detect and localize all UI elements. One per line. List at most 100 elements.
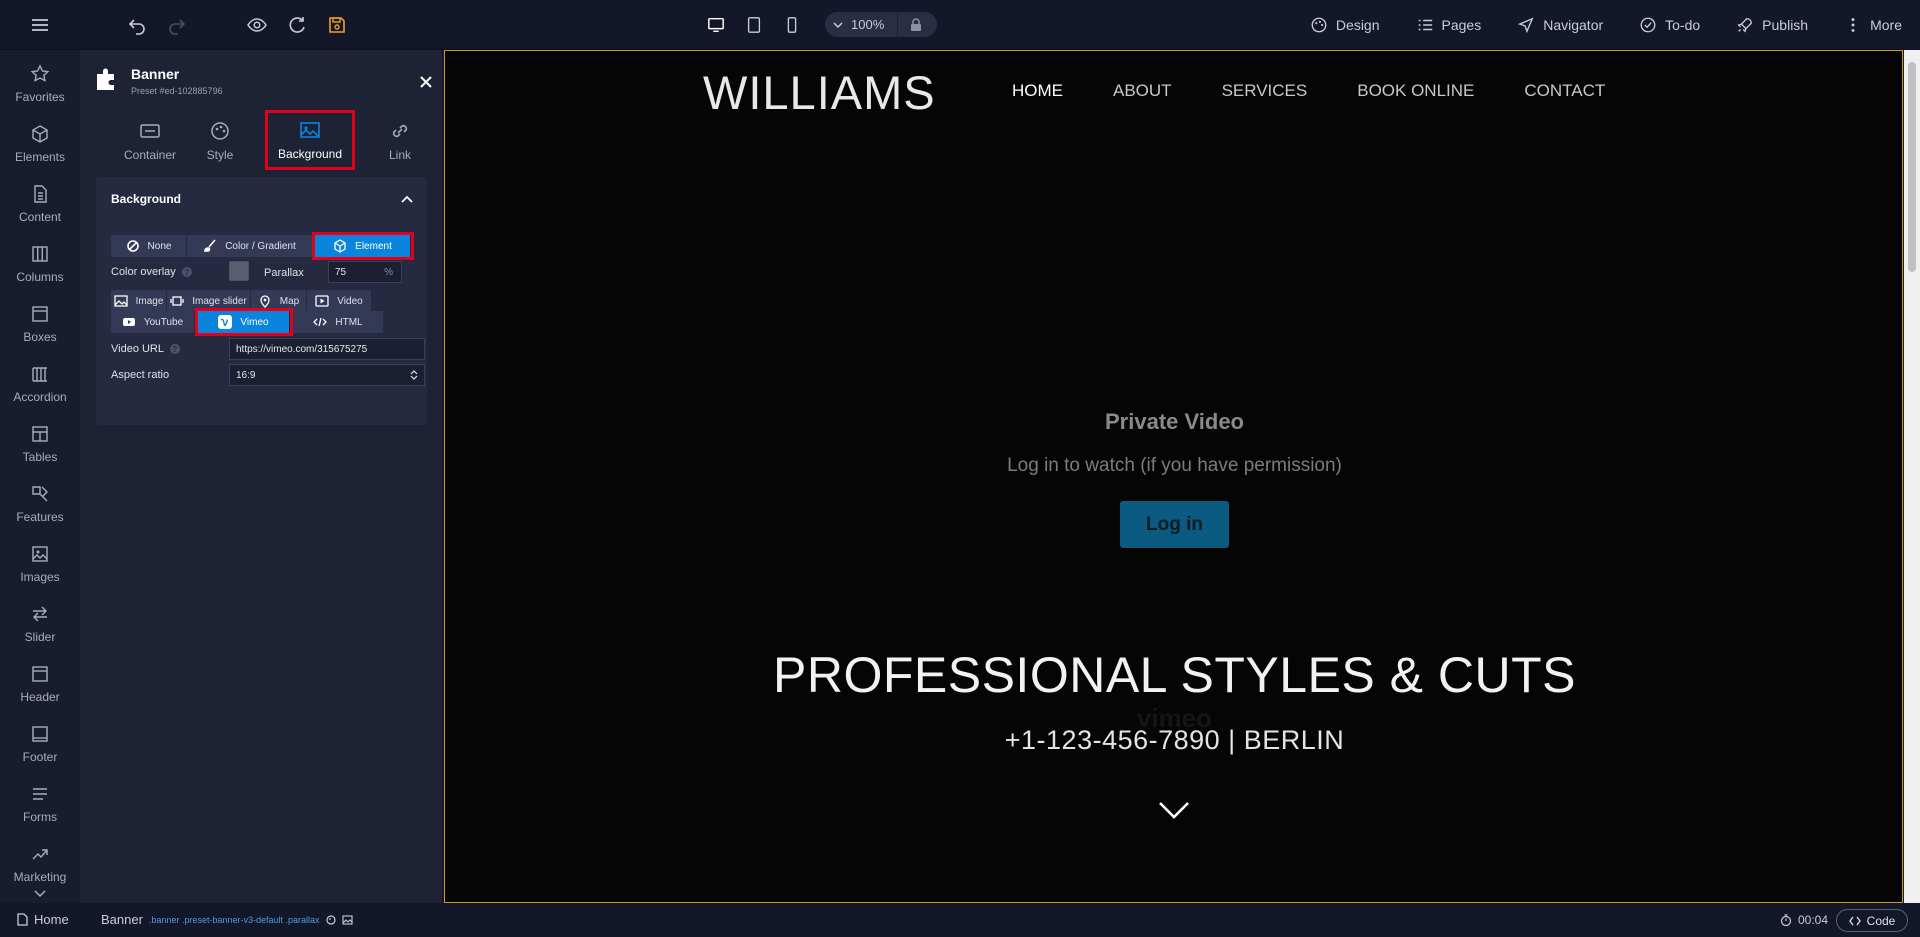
undo-icon[interactable] <box>125 13 149 37</box>
page-canvas[interactable]: WILLIAMS HOME ABOUT SERVICES BOOK ONLINE… <box>444 50 1903 903</box>
element-html-button[interactable]: HTML <box>293 311 383 333</box>
breadcrumb-home[interactable]: Home <box>16 912 69 927</box>
sidebar-item-favorites[interactable]: Favorites <box>0 58 80 108</box>
sidebar-item-slider[interactable]: Slider <box>0 598 80 648</box>
zoom-control[interactable]: 100% <box>825 12 937 37</box>
star-icon <box>30 64 50 82</box>
image-slider-icon <box>170 296 184 306</box>
refresh-icon[interactable] <box>285 13 309 37</box>
site-nav-home[interactable]: HOME <box>1012 81 1063 101</box>
save-icon[interactable] <box>325 13 349 37</box>
close-icon[interactable] <box>418 74 434 90</box>
video-url-input[interactable]: https://vimeo.com/315675275 <box>229 338 425 360</box>
element-vimeo-button[interactable]: Vimeo <box>195 308 293 336</box>
site-navigation: HOME ABOUT SERVICES BOOK ONLINE CONTACT <box>1012 81 1655 101</box>
sidebar-item-marketing[interactable]: Marketing <box>0 838 80 888</box>
sidebar-item-accordion[interactable]: Accordion <box>0 358 80 408</box>
video-login-button[interactable]: Log in <box>1120 501 1229 548</box>
palette-icon <box>1311 17 1327 33</box>
bg-none-label: None <box>147 240 172 252</box>
code-icon <box>313 317 328 327</box>
navigator-button[interactable]: Navigator <box>1499 0 1621 50</box>
color-overlay-swatch[interactable] <box>229 261 249 281</box>
sidebar-label: Favorites <box>15 90 65 104</box>
parallax-unit: % <box>384 266 393 278</box>
bg-color-label: Color / Gradient <box>225 240 296 252</box>
pages-button[interactable]: Pages <box>1398 0 1500 50</box>
help-icon[interactable]: ? <box>181 267 192 277</box>
bg-element-label: Element <box>355 240 392 252</box>
sidebar-item-elements[interactable]: Elements <box>0 118 80 168</box>
site-logo[interactable]: WILLIAMS <box>703 65 936 120</box>
tab-background[interactable]: Background <box>265 110 355 170</box>
element-label: YouTube <box>143 316 184 328</box>
site-nav-book-online[interactable]: BOOK ONLINE <box>1357 81 1474 101</box>
tab-label: Style <box>206 148 234 162</box>
scrollbar-thumb[interactable] <box>1908 62 1916 272</box>
bg-none-button[interactable]: None <box>111 235 187 257</box>
canvas-scrollbar[interactable] <box>1904 50 1920 903</box>
todo-button[interactable]: To-do <box>1621 0 1718 50</box>
chevron-up-icon[interactable] <box>399 191 415 207</box>
parallax-input[interactable]: 75 % <box>328 261 402 283</box>
code-button[interactable]: Code <box>1836 909 1908 932</box>
mobile-view-icon[interactable] <box>776 11 808 39</box>
help-icon[interactable]: ? <box>170 344 180 354</box>
element-image-slider-button[interactable]: Image slider <box>167 290 251 312</box>
site-nav-about[interactable]: ABOUT <box>1113 81 1172 101</box>
sidebar-item-features[interactable]: Features <box>0 478 80 528</box>
sidebar-item-tables[interactable]: Tables <box>0 418 80 468</box>
site-nav-contact[interactable]: CONTACT <box>1524 81 1605 101</box>
palette-icon[interactable] <box>325 914 336 925</box>
tab-label: Link <box>388 148 411 162</box>
publish-button[interactable]: Publish <box>1718 0 1826 50</box>
color-overlay-label: Color overlay ? <box>111 266 192 278</box>
design-label: Design <box>1335 17 1380 33</box>
sidebar-item-images[interactable]: Images <box>0 538 80 588</box>
redo-icon[interactable] <box>165 13 189 37</box>
aspect-ratio-select[interactable]: 16:9 <box>229 364 425 386</box>
tab-container[interactable]: Container <box>110 116 190 168</box>
tablet-view-icon[interactable] <box>738 11 770 39</box>
element-map-button[interactable]: Map <box>251 290 307 312</box>
columns-icon <box>32 246 48 262</box>
chevron-down-icon[interactable] <box>825 20 851 30</box>
image-icon <box>113 295 128 307</box>
aspect-ratio-value: 16:9 <box>236 369 256 381</box>
tab-link[interactable]: Link <box>370 116 430 168</box>
element-youtube-button[interactable]: YouTube <box>111 311 195 333</box>
tab-style[interactable]: Style <box>190 116 250 168</box>
design-button[interactable]: Design <box>1292 0 1398 50</box>
sidebar-item-content[interactable]: Content <box>0 178 80 228</box>
brush-icon <box>204 239 216 252</box>
sidebar-item-footer[interactable]: Footer <box>0 718 80 768</box>
element-label: Vimeo <box>240 316 269 328</box>
element-video-button[interactable]: Video <box>307 290 371 312</box>
image-icon[interactable] <box>341 914 353 925</box>
check-circle-icon <box>1640 17 1656 33</box>
sidebar-item-columns[interactable]: Columns <box>0 238 80 288</box>
element-image-button[interactable]: Image <box>111 290 167 312</box>
bg-color-gradient-button[interactable]: Color / Gradient <box>187 235 313 257</box>
hamburger-menu-icon[interactable] <box>28 13 52 37</box>
bg-element-button[interactable]: Element <box>312 232 414 260</box>
youtube-icon <box>122 318 135 326</box>
chevron-down-icon[interactable] <box>1158 798 1190 822</box>
breadcrumb-banner[interactable]: Banner .banner .preset-banner-v3-default… <box>101 912 353 927</box>
desktop-view-icon[interactable] <box>700 11 732 39</box>
sidebar-label: Slider <box>24 630 56 644</box>
preview-eye-icon[interactable] <box>245 13 269 37</box>
status-bar: Home Banner .banner .preset-banner-v3-de… <box>0 903 1920 937</box>
chevron-down-icon[interactable] <box>32 886 48 902</box>
sidebar-item-header[interactable]: Header <box>0 658 80 708</box>
element-type-row-1: Image Image slider Map Video <box>111 290 371 312</box>
lock-icon[interactable] <box>897 12 933 37</box>
aspect-ratio-label: Aspect ratio <box>111 369 170 381</box>
select-arrows-icon <box>410 370 418 380</box>
sidebar-label: Marketing <box>13 870 67 884</box>
todo-label: To-do <box>1665 17 1701 33</box>
site-nav-services[interactable]: SERVICES <box>1222 81 1308 101</box>
more-button[interactable]: More <box>1826 0 1920 50</box>
sidebar-item-forms[interactable]: Forms <box>0 778 80 828</box>
sidebar-item-boxes[interactable]: Boxes <box>0 298 80 348</box>
